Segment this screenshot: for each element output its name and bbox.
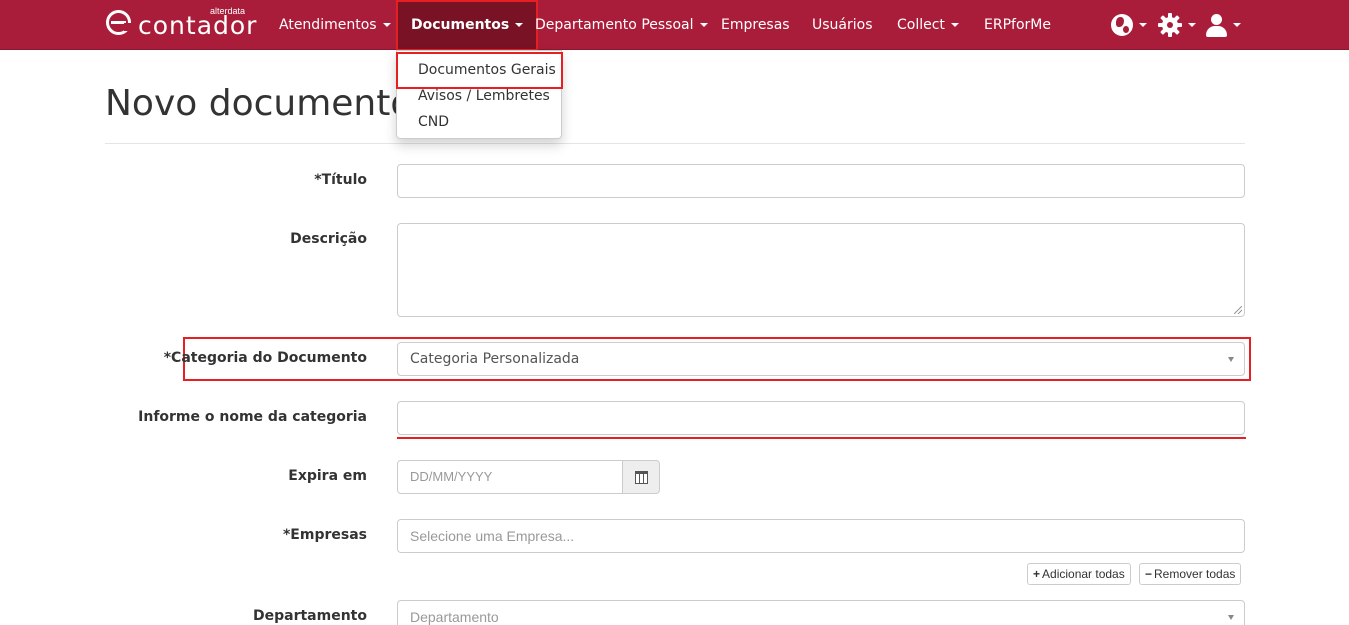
minus-icon: − [1145, 567, 1153, 581]
select-arrow-icon [1228, 357, 1234, 362]
caret-down-icon [515, 23, 524, 27]
page-title: Novo documento [105, 83, 413, 124]
descricao-label: Descrição [290, 231, 367, 247]
titulo-label: *Título [314, 172, 367, 188]
nav-item-label: Departamento Pessoal [535, 17, 694, 33]
nav-item-label: Documentos [411, 17, 510, 33]
gear-icon [1158, 13, 1182, 37]
nav-item-label: Collect [897, 17, 945, 33]
empresas-placeholder: Selecione uma Empresa... [410, 528, 575, 544]
expira-date-input[interactable]: DD/MM/YYYY [397, 460, 623, 494]
menu-item-cnd[interactable]: CND [397, 109, 563, 135]
highlight-underline [397, 437, 1246, 439]
remove-all-button[interactable]: − Remover todas [1139, 563, 1242, 585]
documentos-dropdown-menu: Documentos Gerais Avisos / Lembretes CND [396, 50, 563, 139]
select-arrow-icon [1228, 615, 1234, 620]
remove-all-label: Remover todas [1154, 567, 1236, 581]
departamento-placeholder: Departamento [410, 609, 499, 625]
categoria-selected-value: Categoria Personalizada [410, 351, 580, 367]
categoria-label: *Categoria do Documento [163, 350, 367, 366]
descricao-textarea[interactable] [397, 223, 1245, 317]
expira-label: Expira em [288, 468, 367, 484]
language-menu[interactable] [1111, 0, 1147, 50]
nav-item-label: ERPforMe [984, 17, 1051, 33]
expira-date-group: DD/MM/YYYY [397, 460, 660, 494]
nav-item-erpforme[interactable]: ERPforMe [984, 0, 1051, 50]
empresas-select[interactable]: Selecione uma Empresa... [397, 519, 1245, 553]
brand-name: contador [138, 11, 258, 40]
nav-item-usuarios[interactable]: Usuários [812, 0, 873, 50]
nav-item-label: Empresas [721, 17, 790, 33]
plus-icon: + [1033, 567, 1041, 581]
brand-subtitle: alterdata [210, 6, 246, 16]
globe-icon [1111, 14, 1133, 36]
menu-item-avisos-lembretes[interactable]: Avisos / Lembretes [397, 83, 563, 109]
top-navbar: contador alterdata Atendimentos Document… [0, 0, 1349, 51]
nav-item-collect[interactable]: Collect [897, 0, 959, 50]
nav-item-label: Atendimentos [279, 17, 377, 33]
brand-e-icon [106, 10, 132, 35]
nome-categoria-input[interactable] [397, 401, 1245, 435]
nav-item-atendimentos[interactable]: Atendimentos [279, 0, 391, 50]
caret-down-icon [950, 23, 959, 27]
resize-handle-icon[interactable] [1234, 306, 1242, 314]
calendar-icon [634, 470, 648, 484]
nav-item-departamento-pessoal[interactable]: Departamento Pessoal [535, 0, 708, 50]
departamento-select[interactable]: Departamento [397, 600, 1245, 625]
nome-categoria-label: Informe o nome da categoria [138, 409, 367, 425]
nav-item-label: Usuários [812, 17, 873, 33]
nav-item-empresas[interactable]: Empresas [721, 0, 790, 50]
nav-item-documentos[interactable]: Documentos [396, 0, 539, 51]
caret-down-icon [382, 23, 391, 27]
menu-item-documentos-gerais[interactable]: Documentos Gerais [397, 57, 563, 83]
divider [105, 143, 1245, 144]
brand-logo[interactable]: contador alterdata [106, 6, 258, 42]
settings-menu[interactable] [1158, 0, 1196, 50]
titulo-input[interactable] [397, 164, 1245, 198]
caret-down-icon [1233, 23, 1241, 27]
categoria-select[interactable]: Categoria Personalizada [397, 342, 1245, 376]
caret-down-icon [1139, 23, 1147, 27]
caret-down-icon [1188, 23, 1196, 27]
add-all-label: Adicionar todas [1042, 567, 1125, 581]
date-placeholder: DD/MM/YYYY [410, 469, 493, 484]
user-menu[interactable] [1205, 0, 1241, 50]
user-icon [1205, 13, 1227, 37]
departamento-label: Departamento [253, 608, 367, 624]
calendar-button[interactable] [622, 460, 660, 494]
add-all-button[interactable]: + Adicionar todas [1027, 563, 1131, 585]
empresas-label: *Empresas [282, 527, 367, 543]
caret-down-icon [699, 23, 708, 27]
